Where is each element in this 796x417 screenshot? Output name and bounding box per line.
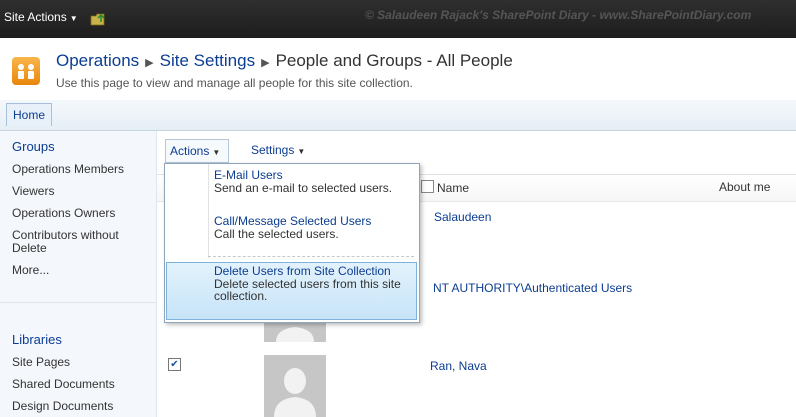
avatar: [264, 355, 326, 417]
nav-item-shared-documents[interactable]: Shared Documents: [12, 378, 115, 391]
navigate-up-icon[interactable]: [90, 12, 106, 26]
user-link-row-2[interactable]: NT AUTHORITY\Authenticated Users: [433, 281, 632, 295]
breadcrumb-separator-icon: ▶: [145, 57, 154, 69]
chevron-down-icon: ▼: [212, 148, 221, 157]
menu-separator: [208, 256, 414, 257]
chevron-down-icon: ▼: [69, 14, 78, 23]
nav-item-viewers[interactable]: Viewers: [12, 185, 54, 198]
tab-home[interactable]: Home: [6, 103, 53, 126]
nav-item-contributors-without-delete[interactable]: Contributors without Delete: [12, 229, 142, 255]
page-description: Use this page to view and manage all peo…: [56, 76, 413, 90]
menu-item-description: Delete selected users from this site col…: [214, 277, 401, 303]
row-checkbox-checked[interactable]: ✔: [168, 358, 181, 371]
menu-item-email-users[interactable]: E-Mail Users Send an e-mail to selected …: [214, 169, 410, 195]
column-header-name[interactable]: Name: [437, 181, 469, 195]
people-icon: [12, 57, 40, 85]
ribbon-tab-row: [0, 100, 796, 131]
menu-item-delete-users[interactable]: Delete Users from Site Collection Delete…: [214, 265, 410, 303]
select-all-checkbox[interactable]: [421, 180, 434, 193]
user-link-row-1[interactable]: Salaudeen: [434, 210, 491, 224]
menu-item-description: Call the selected users.: [214, 227, 339, 241]
breadcrumb-operations[interactable]: Operations: [56, 51, 139, 70]
user-link-row-3[interactable]: Ran, Nava: [430, 359, 487, 373]
menu-icon-column: [165, 164, 209, 258]
column-header-about-me[interactable]: About me: [719, 180, 770, 194]
breadcrumb-site-settings[interactable]: Site Settings: [160, 51, 255, 70]
site-actions-label: Site Actions: [4, 10, 67, 24]
breadcrumb: Operations ▶ Site Settings ▶ People and Grou…: [56, 51, 513, 71]
menu-item-description: Send an e-mail to selected users.: [214, 181, 393, 195]
settings-label: Settings: [251, 143, 295, 157]
watermark-text: © Salaudeen Rajack's SharePoint Diary - …: [365, 8, 752, 22]
nav-heading-libraries[interactable]: Libraries: [12, 332, 62, 347]
nav-item-design-documents[interactable]: Design Documents: [12, 400, 113, 413]
actions-menu-button[interactable]: Actions ▼: [165, 139, 229, 163]
nav-heading-groups[interactable]: Groups: [12, 139, 55, 154]
nav-divider: [0, 302, 156, 303]
nav-item-more[interactable]: More...: [12, 264, 49, 277]
breadcrumb-current-page: People and Groups - All People: [275, 51, 513, 70]
nav-item-site-pages[interactable]: Site Pages: [12, 356, 70, 369]
chevron-down-icon: ▼: [297, 147, 306, 156]
menu-item-call-message-users[interactable]: Call/Message Selected Users Call the sel…: [214, 215, 410, 241]
site-actions-menu[interactable]: Site Actions ▼: [4, 10, 78, 24]
nav-item-operations-owners[interactable]: Operations Owners: [12, 207, 115, 220]
breadcrumb-separator-icon: ▶: [261, 57, 270, 69]
actions-label: Actions: [170, 144, 210, 158]
settings-menu-button[interactable]: Settings ▼: [251, 143, 305, 157]
nav-item-operations-members[interactable]: Operations Members: [12, 163, 124, 176]
